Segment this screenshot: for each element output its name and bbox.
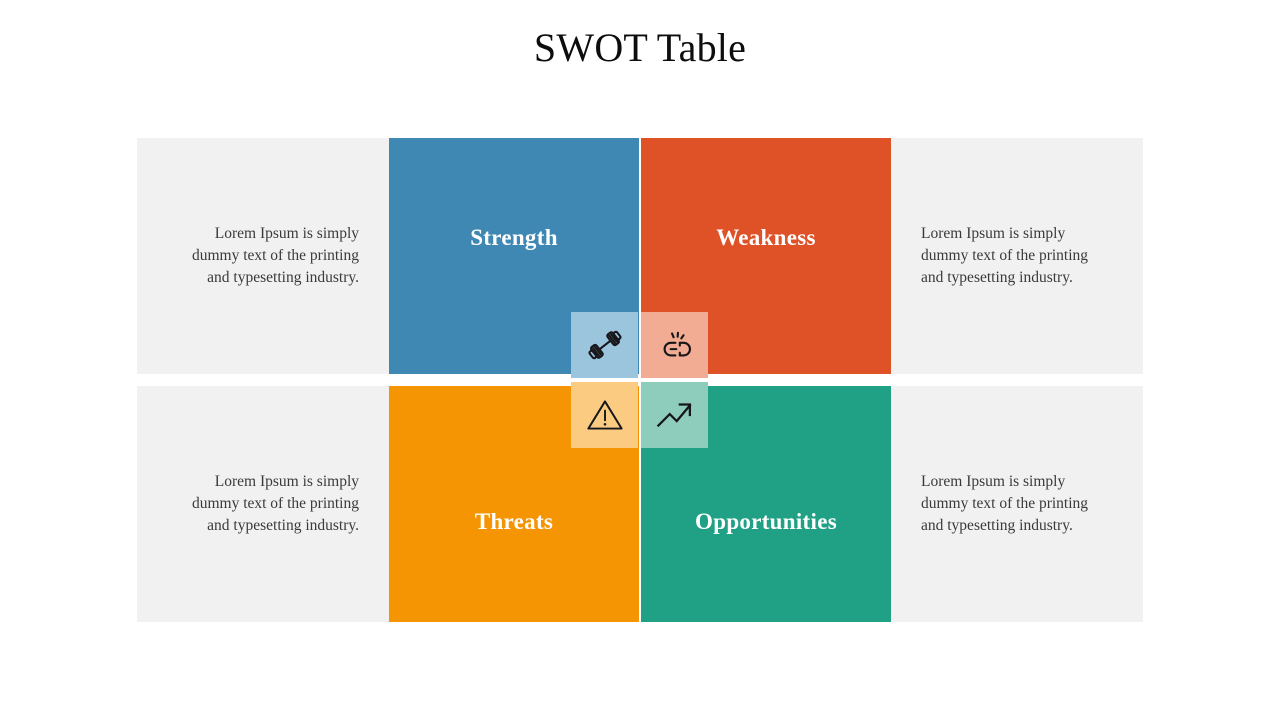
quadrant-label-threats: Threats [474,509,554,534]
trend-up-arrow-icon [654,394,696,436]
icon-tile-threats[interactable] [571,382,638,448]
swot-slide: SWOT Table Lorem Ipsum is simply dummy t… [0,0,1280,720]
left-description-text-top: Lorem Ipsum is simply dummy text of the … [191,225,359,286]
icon-tile-strength[interactable] [571,312,638,378]
quadrant-label-weakness: Weakness [716,225,816,250]
broken-chain-icon [654,324,696,366]
quadrant-label-strength: Strength [470,225,558,250]
right-description-panel-bottom: Lorem Ipsum is simply dummy text of the … [891,386,1143,622]
center-icon-cluster [571,312,708,448]
right-description-panel-top: Lorem Ipsum is simply dummy text of the … [891,138,1143,374]
icon-tile-weakness[interactable] [641,312,708,378]
right-description-text-bottom: Lorem Ipsum is simply dummy text of the … [921,473,1089,534]
icon-tile-opportunities[interactable] [641,382,708,448]
page-title: SWOT Table [533,25,747,70]
left-description-text-bottom: Lorem Ipsum is simply dummy text of the … [191,473,359,534]
dumbbell-icon [584,324,626,366]
quadrant-label-opportunities: Opportunities [695,509,837,534]
left-description-panel-bottom: Lorem Ipsum is simply dummy text of the … [137,386,389,622]
swot-table: Lorem Ipsum is simply dummy text of the … [137,138,1143,622]
right-description-text-top: Lorem Ipsum is simply dummy text of the … [921,225,1089,286]
left-description-panel-top: Lorem Ipsum is simply dummy text of the … [137,138,389,374]
warning-triangle-icon [584,394,626,436]
